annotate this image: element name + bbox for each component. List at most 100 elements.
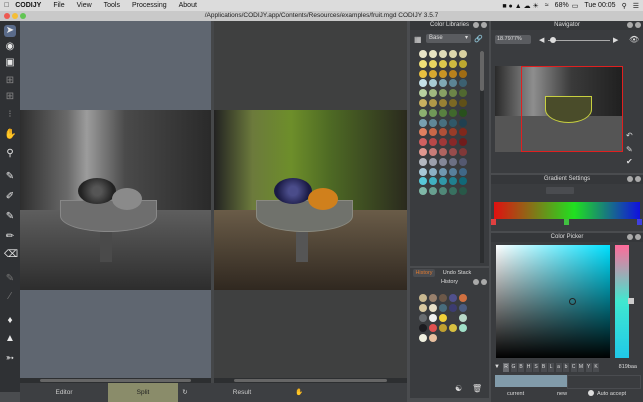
library-swatch[interactable]	[429, 148, 437, 156]
battery-icon[interactable]: ▭	[572, 2, 579, 10]
library-swatch[interactable]	[429, 128, 437, 137]
palm-icon[interactable]: ✋	[292, 383, 306, 402]
library-swatch[interactable]	[439, 157, 447, 166]
disabled-pen-icon[interactable]: ✎	[4, 273, 16, 285]
library-swatch[interactable]	[429, 118, 437, 127]
library-swatch[interactable]	[429, 167, 437, 176]
channel-button[interactable]: C	[570, 363, 577, 372]
library-swatch[interactable]	[439, 50, 447, 58]
zoom-input[interactable]: 18.7977%	[495, 35, 531, 44]
library-swatch[interactable]	[449, 177, 457, 186]
guide-tool-icon[interactable]: ⁝	[4, 109, 16, 121]
library-swatch[interactable]	[429, 79, 437, 88]
history-swatch[interactable]	[449, 324, 457, 332]
zoom-slider[interactable]	[548, 37, 610, 43]
library-swatch[interactable]	[459, 59, 467, 68]
library-swatch[interactable]	[429, 69, 437, 78]
hue-handle[interactable]	[628, 298, 634, 304]
fill-tool-icon[interactable]: ♦	[4, 315, 16, 327]
history-swatch[interactable]	[429, 334, 437, 342]
channel-button[interactable]: G	[510, 363, 517, 372]
library-swatch[interactable]	[449, 187, 457, 196]
library-swatch[interactable]	[429, 187, 437, 196]
library-swatch[interactable]	[429, 177, 437, 186]
channel-button[interactable]: S	[533, 363, 539, 372]
menu-file[interactable]: File	[53, 2, 64, 9]
panel-close-button[interactable]	[481, 22, 487, 28]
library-swatch[interactable]	[439, 79, 447, 88]
stamp-tool-icon[interactable]: ▲	[4, 333, 16, 345]
library-swatch[interactable]	[459, 50, 467, 58]
library-swatch[interactable]	[439, 59, 447, 68]
undo-icon[interactable]: ↶	[626, 131, 633, 140]
history-swatch[interactable]	[419, 304, 427, 312]
library-swatch[interactable]	[459, 69, 467, 78]
library-swatch[interactable]	[439, 89, 447, 98]
group-icon[interactable]: ☯	[455, 384, 462, 393]
panel-float-button[interactable]	[473, 22, 479, 28]
library-swatch[interactable]	[459, 138, 467, 147]
history-swatch[interactable]	[419, 324, 427, 332]
library-swatch[interactable]	[459, 79, 467, 88]
gradient-float-button[interactable]	[627, 176, 633, 182]
saturation-value-field[interactable]	[496, 245, 610, 358]
history-swatch[interactable]	[429, 304, 437, 312]
library-swatch[interactable]	[419, 89, 427, 98]
hand-tool-icon[interactable]: ✋	[4, 129, 16, 141]
history-swatch[interactable]	[459, 304, 467, 312]
library-swatch[interactable]	[439, 167, 447, 176]
library-scrollbar[interactable]	[480, 51, 484, 263]
library-swatch[interactable]	[419, 187, 427, 196]
library-swatch[interactable]	[429, 108, 437, 117]
history-close-button[interactable]	[481, 279, 487, 285]
zoom-in-icon[interactable]: ▶	[613, 36, 618, 44]
library-swatch[interactable]	[419, 79, 427, 88]
tab-undo-stack[interactable]: Undo Stack	[440, 269, 474, 277]
library-swatch[interactable]	[459, 177, 467, 186]
grid-tool-icon[interactable]: ⊞	[4, 75, 16, 87]
channel-button[interactable]: R	[503, 363, 509, 372]
hue-slider[interactable]	[615, 245, 634, 358]
history-swatch[interactable]	[439, 324, 447, 332]
gradient-stop-mid[interactable]	[564, 219, 569, 225]
library-swatch[interactable]	[449, 157, 457, 166]
search-icon[interactable]: ⚲	[622, 2, 627, 10]
library-swatch[interactable]	[429, 99, 437, 107]
library-swatch[interactable]	[419, 157, 427, 166]
list-icon[interactable]: ☰	[633, 2, 639, 10]
picker-cursor[interactable]	[569, 298, 576, 305]
library-swatch[interactable]	[459, 108, 467, 117]
channel-button[interactable]: B	[518, 363, 524, 372]
channel-button[interactable]: a	[555, 363, 562, 372]
tab-result[interactable]: Result	[192, 383, 292, 402]
tab-split[interactable]: Split	[108, 383, 178, 402]
gradient-stop-right[interactable]	[637, 219, 642, 225]
hex-value[interactable]: 819baa	[607, 363, 637, 372]
channel-button[interactable]: b	[563, 363, 569, 372]
history-swatch[interactable]	[449, 314, 457, 322]
history-swatch[interactable]	[439, 304, 447, 312]
new-color-swatch[interactable]	[567, 375, 641, 389]
history-swatch[interactable]	[429, 294, 437, 302]
history-swatch[interactable]	[419, 294, 427, 302]
menu-processing[interactable]: Processing	[132, 2, 167, 9]
library-swatch[interactable]	[459, 148, 467, 156]
tab-editor[interactable]: Editor	[20, 383, 108, 402]
library-swatch[interactable]	[459, 89, 467, 98]
marker-tool-icon[interactable]: ✏	[4, 231, 16, 243]
gradient-stop-left[interactable]	[491, 219, 496, 225]
library-swatch[interactable]	[449, 148, 457, 156]
frame-tool-icon[interactable]: ▣	[4, 57, 16, 69]
library-swatch[interactable]	[449, 108, 457, 117]
pointer-tool-icon[interactable]: ➤	[4, 25, 16, 37]
library-swatch[interactable]	[449, 138, 457, 147]
library-swatch[interactable]	[429, 157, 437, 166]
dropdown-arrow-icon[interactable]: ▼	[494, 364, 500, 370]
channel-button[interactable]: Y	[585, 363, 592, 372]
crop-tool-icon[interactable]: ⊞	[4, 91, 16, 103]
channel-button[interactable]: L	[548, 363, 554, 372]
history-swatch[interactable]	[439, 294, 447, 302]
library-swatch[interactable]	[429, 50, 437, 58]
library-swatch[interactable]	[459, 99, 467, 107]
history-swatch[interactable]	[419, 314, 427, 322]
